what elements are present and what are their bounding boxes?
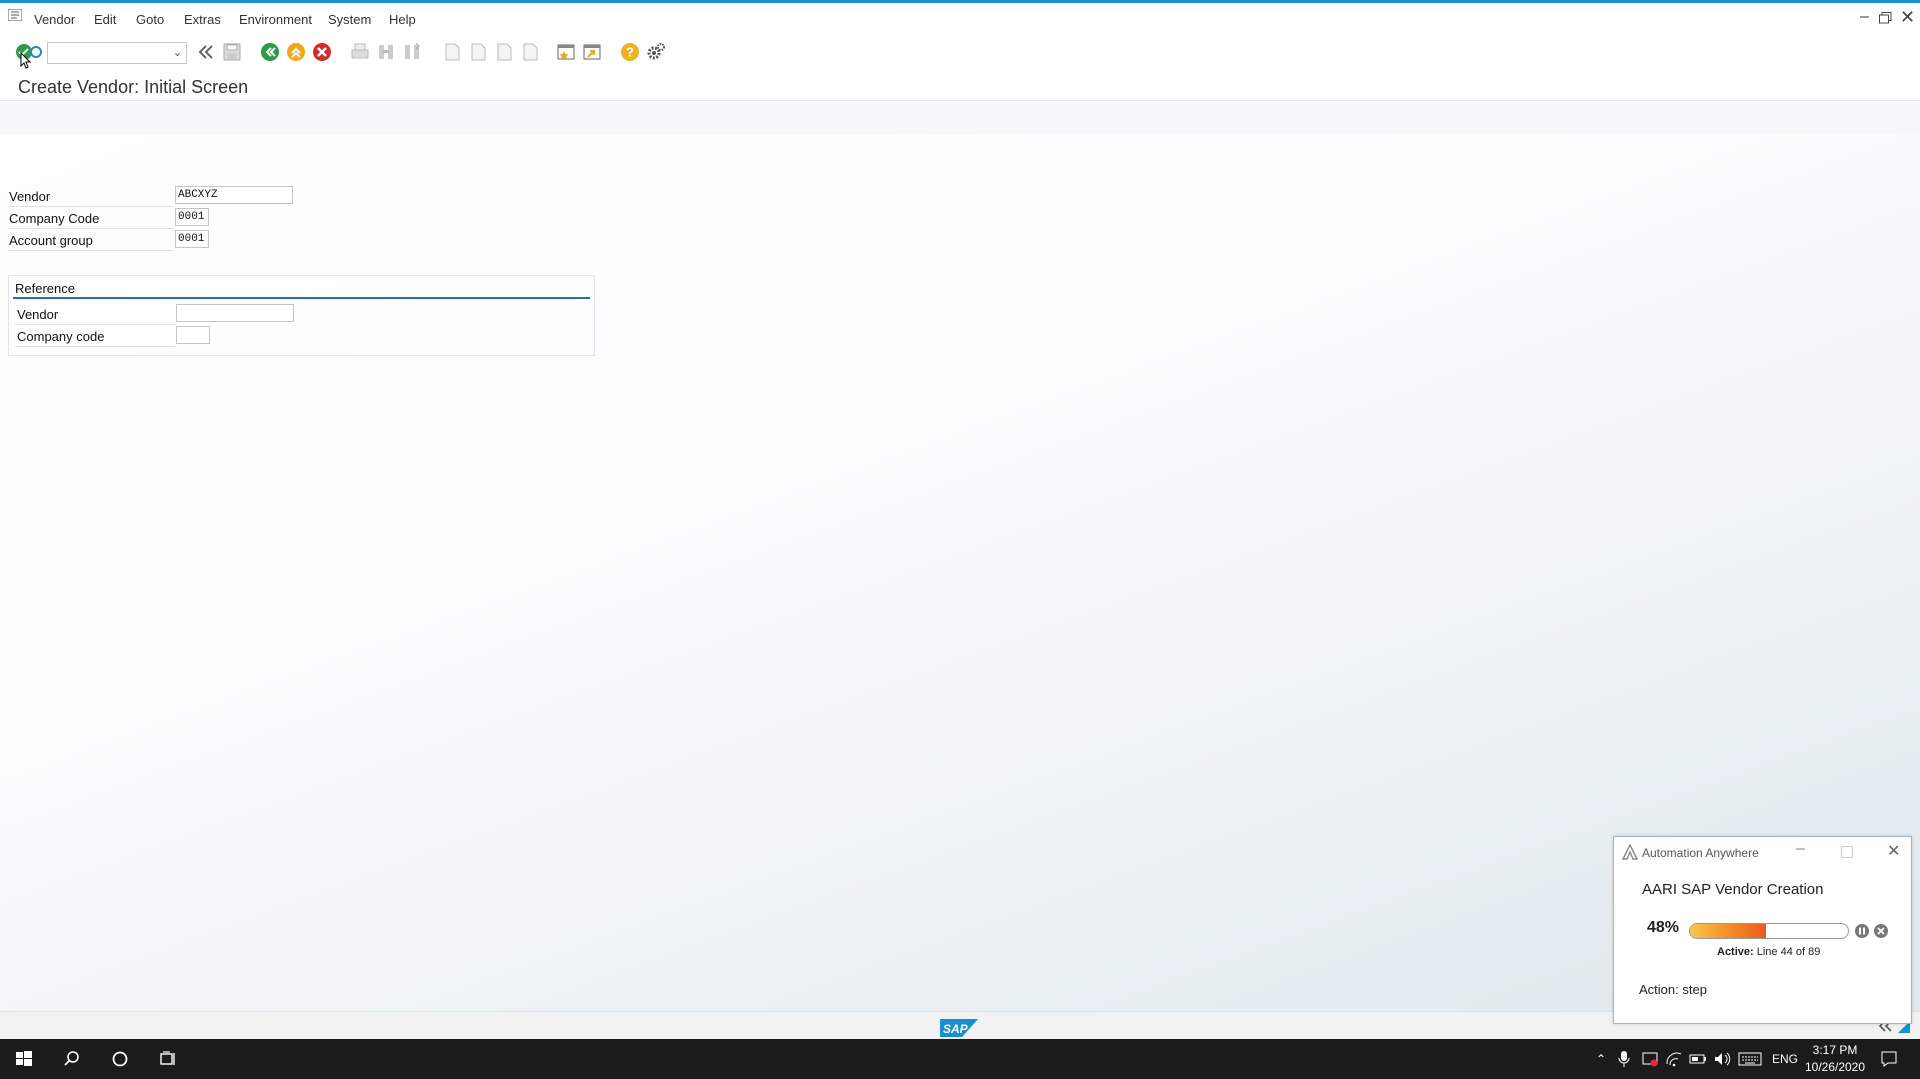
- menu-goto[interactable]: Goto: [136, 12, 164, 27]
- automation-anywhere-logo-icon: [1622, 844, 1638, 860]
- reference-group-box: Reference Vendor Company code: [8, 275, 595, 356]
- application-toolbar: [0, 101, 1920, 135]
- volume-icon[interactable]: [1713, 1050, 1731, 1068]
- vendor-label-underline: [8, 206, 173, 207]
- progress-bar: [1689, 923, 1849, 939]
- reference-company-code-input[interactable]: [176, 326, 210, 344]
- vendor-input[interactable]: ABCXYZ: [175, 186, 293, 204]
- active-line-text: Line 44 of 89: [1756, 946, 1821, 958]
- menu-vendor[interactable]: Vendor: [34, 12, 75, 27]
- company-code-input[interactable]: 0001: [175, 208, 209, 226]
- menu-icon[interactable]: [8, 9, 22, 21]
- svg-text:SAP: SAP: [943, 1022, 969, 1036]
- mouse-cursor-icon: [20, 52, 32, 69]
- menu-system[interactable]: System: [328, 12, 371, 27]
- reference-vendor-label: Vendor: [17, 307, 59, 322]
- microphone-icon[interactable]: [1617, 1050, 1631, 1068]
- pause-icon[interactable]: [1854, 923, 1870, 939]
- clock-date: 10/26/2020: [1804, 1060, 1866, 1074]
- active-line-status: Active: Line 44 of 89: [1717, 946, 1820, 958]
- windows-start-icon[interactable]: [14, 1049, 34, 1069]
- search-icon[interactable]: [62, 1049, 82, 1069]
- clock-time: 3:17 PM: [1812, 1043, 1858, 1057]
- title-bar: Create Vendor: Initial Screen: [0, 72, 1920, 101]
- windows-taskbar: ⌃ ENG 3:17 PM 10/26/2020: [0, 1039, 1920, 1079]
- reference-company-code-label: Company code: [17, 329, 105, 344]
- progress-bar-fill: [1690, 924, 1766, 938]
- chevron-down-icon[interactable]: ⌄: [173, 46, 182, 59]
- menu-extras[interactable]: Extras: [184, 12, 221, 27]
- menu-bar: Vendor Edit Goto Extras Environment Syst…: [0, 3, 1920, 30]
- notification-center-icon[interactable]: [1880, 1050, 1898, 1068]
- account-group-input[interactable]: 0001: [175, 230, 209, 248]
- chevron-up-icon[interactable]: ⌃: [1596, 1052, 1606, 1066]
- widget-minimize-icon[interactable]: –: [1796, 840, 1805, 858]
- widget-app-name: Automation Anywhere: [1642, 846, 1759, 860]
- restore-icon[interactable]: [1879, 12, 1892, 24]
- stop-icon[interactable]: [1873, 923, 1889, 939]
- touch-keyboard-icon[interactable]: [1738, 1051, 1762, 1067]
- toolbar: [0, 30, 1920, 72]
- reference-heading: Reference: [15, 281, 75, 296]
- automation-anywhere-widget: Automation Anywhere – ✕ AARI SAP Vendor …: [1613, 836, 1912, 1024]
- reference-company-code-label-underline: [15, 346, 175, 347]
- security-center-icon[interactable]: [1641, 1050, 1659, 1068]
- sap-logo: SAP: [940, 1019, 978, 1037]
- minimize-icon[interactable]: –: [1860, 8, 1869, 26]
- page-title: Create Vendor: Initial Screen: [18, 77, 249, 97]
- reference-heading-rule: [13, 297, 590, 299]
- widget-close-icon[interactable]: ✕: [1887, 841, 1900, 861]
- menu-environment[interactable]: Environment: [239, 12, 312, 27]
- reference-vendor-input[interactable]: [176, 304, 294, 322]
- close-icon[interactable]: ✕: [1900, 7, 1915, 28]
- language-indicator[interactable]: ENG: [1772, 1052, 1798, 1066]
- progress-percent: 48%: [1647, 919, 1680, 936]
- account-group-label-underline: [8, 250, 173, 251]
- system-clock[interactable]: 3:17 PM 10/26/2020: [1800, 1042, 1870, 1076]
- account-group-label: Account group: [9, 233, 93, 248]
- reference-vendor-label-underline: [15, 324, 175, 325]
- battery-icon[interactable]: [1689, 1051, 1707, 1067]
- bot-name: AARI SAP Vendor Creation: [1642, 881, 1824, 898]
- widget-maximize-icon[interactable]: [1841, 846, 1853, 858]
- command-field[interactable]: ⌄: [47, 42, 187, 64]
- network-icon[interactable]: [1665, 1050, 1683, 1068]
- active-label: Active:: [1717, 946, 1754, 958]
- vendor-label: Vendor: [9, 189, 51, 204]
- menu-edit[interactable]: Edit: [94, 12, 116, 27]
- task-view-icon[interactable]: [158, 1049, 178, 1069]
- cortana-icon[interactable]: [110, 1049, 130, 1069]
- company-code-label-underline: [8, 228, 173, 229]
- widget-header: Automation Anywhere – ✕: [1614, 837, 1911, 867]
- company-code-label: Company Code: [9, 211, 100, 226]
- action-status: Action: step: [1639, 982, 1707, 997]
- menu-help[interactable]: Help: [389, 12, 416, 27]
